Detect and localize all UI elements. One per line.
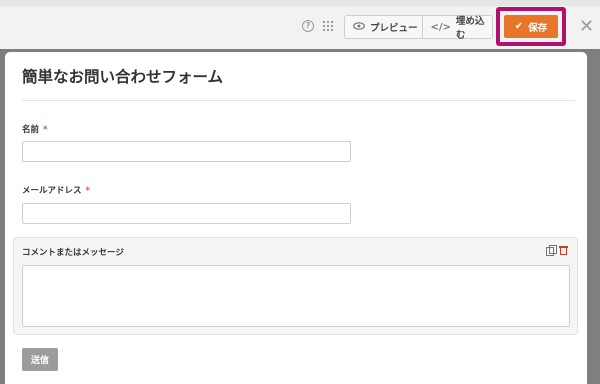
eye-icon [353, 21, 365, 33]
email-label: メールアドレス * [22, 186, 90, 196]
embed-button[interactable]: </> 埋め込む [423, 16, 492, 41]
save-button[interactable]: ✔ 保存 [504, 15, 558, 38]
email-input[interactable] [22, 203, 351, 224]
code-icon: </> [430, 21, 451, 33]
required-mark: * [43, 125, 48, 135]
message-label: コメントまたはメッセージ [22, 248, 124, 258]
embed-label: 埋め込む [455, 16, 485, 41]
submit-button[interactable]: 送信 [22, 348, 58, 371]
form-panel: 簡単なお問い合わせフォーム 名前 * メールアドレス * コメントまたはメッセージ … [5, 52, 587, 384]
check-icon: ✔ [514, 21, 524, 32]
name-input[interactable] [22, 141, 351, 162]
duplicate-icon[interactable] [546, 245, 557, 256]
message-field-card[interactable]: コメントまたはメッセージ [13, 237, 578, 335]
title-divider [22, 100, 575, 101]
trash-icon[interactable] [559, 245, 568, 255]
name-label: 名前 * [22, 125, 48, 135]
close-icon[interactable]: ✕ [579, 18, 594, 36]
required-mark: * [85, 186, 90, 196]
preview-button[interactable]: プレビュー [345, 16, 424, 38]
grid-icon[interactable] [323, 21, 333, 31]
builder-toolbar: ? プレビュー </> 埋め込む ✔ 保存 ✕ [0, 0, 600, 49]
preview-embed-group: プレビュー </> 埋め込む [344, 15, 493, 41]
form-title[interactable]: 簡単なお問い合わせフォーム [22, 65, 223, 87]
preview-label: プレビュー [370, 23, 418, 34]
field-tools [546, 245, 568, 256]
help-icon[interactable]: ? [302, 20, 314, 32]
message-textarea[interactable] [22, 265, 570, 327]
save-label: 保存 [528, 22, 548, 34]
